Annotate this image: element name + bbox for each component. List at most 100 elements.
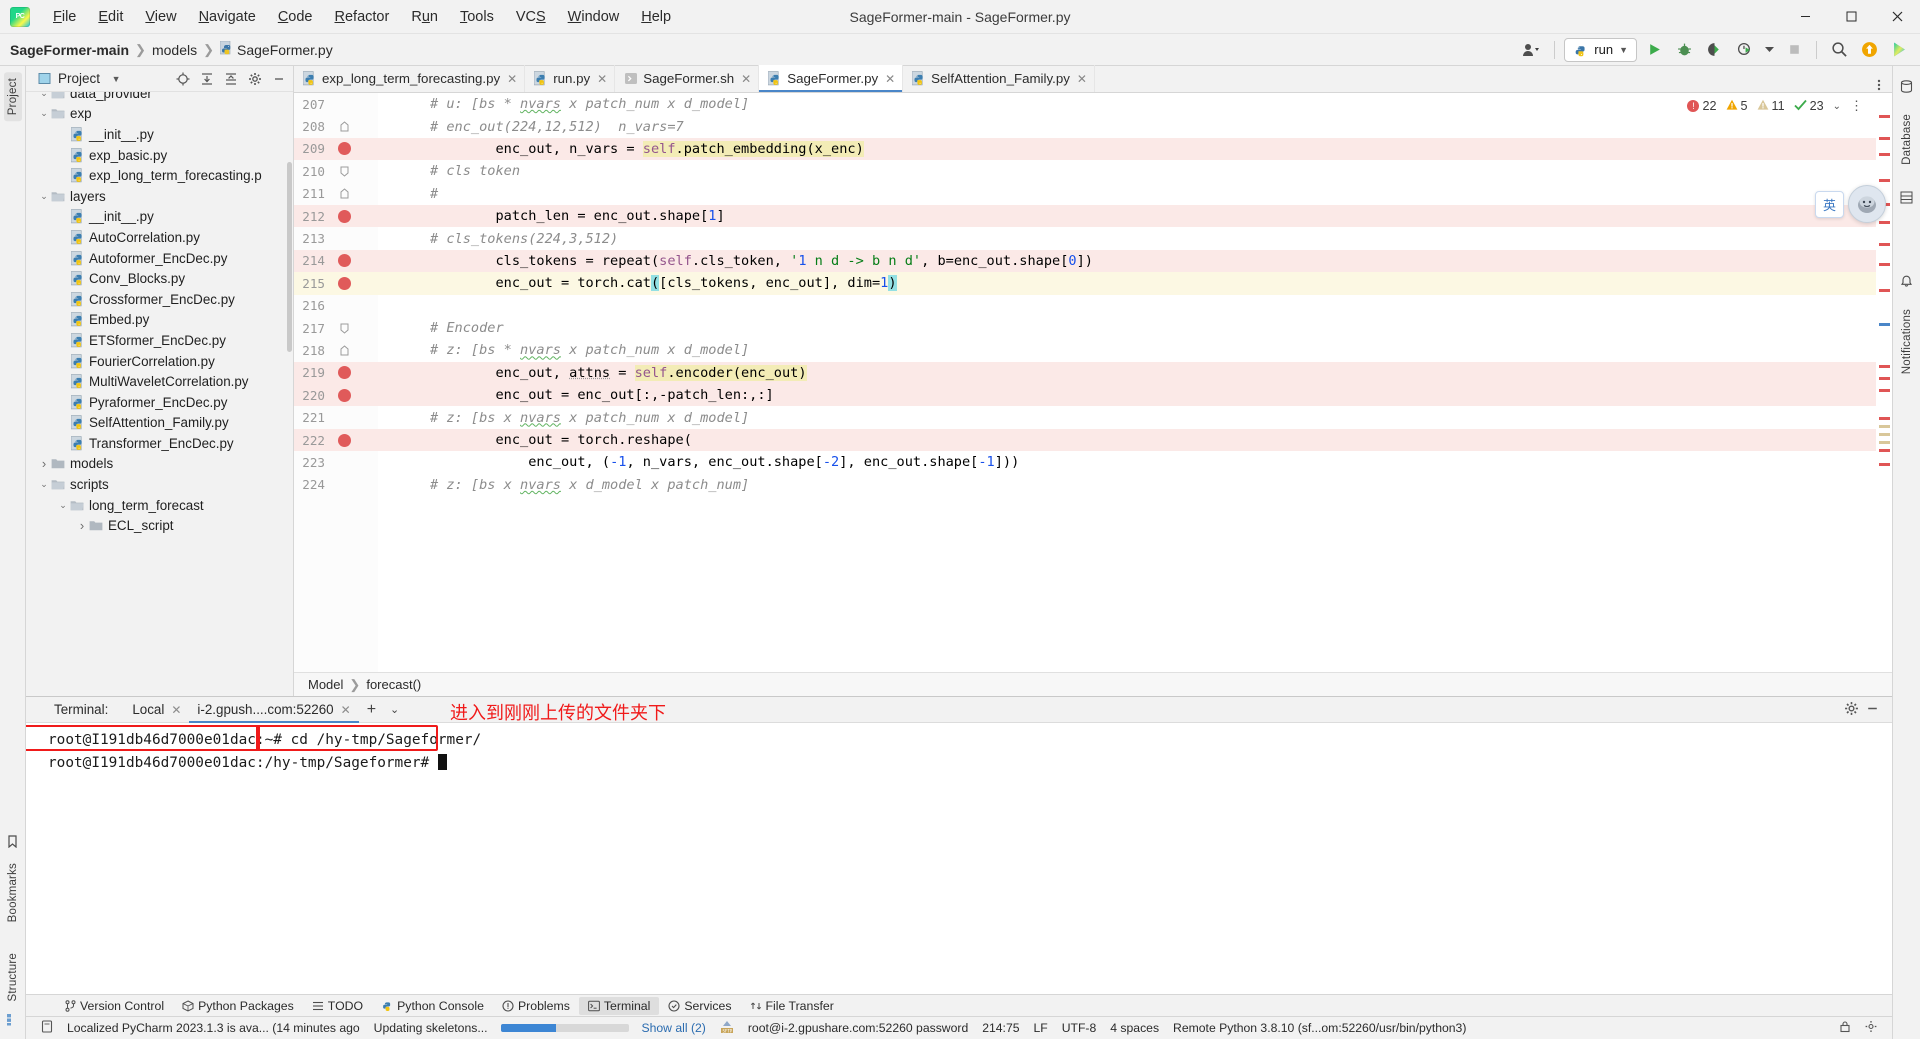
expand-all-icon[interactable] — [197, 69, 217, 89]
gutter-row[interactable]: 209 — [294, 137, 378, 161]
menu-view[interactable]: View — [134, 5, 187, 29]
gutter-row[interactable]: 221 — [294, 406, 378, 428]
tree-node-conv_blocks-py[interactable]: Conv_Blocks.py — [26, 268, 293, 289]
breadcrumb-class[interactable]: Model — [308, 677, 343, 692]
editor-tab-exp_long_term_forecasting-py[interactable]: exp_long_term_forecasting.py ✕ — [294, 65, 526, 92]
checked-count[interactable]: 23 — [1793, 99, 1824, 114]
close-icon[interactable]: ✕ — [507, 72, 517, 86]
search-icon[interactable] — [1826, 38, 1852, 62]
stop-icon[interactable] — [1781, 38, 1807, 62]
chevron-down-icon[interactable]: ⌄ — [38, 191, 50, 202]
terminal-tab-remote[interactable]: i-2.gpush....com:52260 ✕ — [189, 697, 358, 723]
code-content[interactable]: # u: [bs * nvars x patch_num x d_model] … — [378, 93, 1892, 672]
chevron-down-icon[interactable]: ⌄ — [1833, 101, 1841, 112]
user-icon[interactable] — [1519, 38, 1545, 62]
menu-code[interactable]: Code — [267, 5, 324, 29]
tree-node-transformer_encdec-py[interactable]: Transformer_EncDec.py — [26, 433, 293, 454]
menu-edit[interactable]: Edit — [87, 5, 134, 29]
tree-node-exp_long_term_forecasting-p[interactable]: exp_long_term_forecasting.p — [26, 165, 293, 186]
gutter-row[interactable]: 210 — [294, 160, 378, 182]
tool-window-button-python-packages[interactable]: Python Packages — [173, 997, 303, 1015]
close-icon[interactable]: ✕ — [341, 703, 351, 717]
line-separator[interactable]: LF — [1027, 1021, 1055, 1035]
code-line[interactable]: patch_len = enc_out.shape[1] — [378, 204, 1892, 228]
tree-node-selfattention_family-py[interactable]: SelfAttention_Family.py — [26, 413, 293, 434]
breadcrumb-file[interactable]: SageFormer.py — [237, 42, 333, 58]
caret-position[interactable]: 214:75 — [975, 1021, 1026, 1035]
code-line[interactable]: # z: [bs * nvars x patch_num x d_model] — [378, 339, 1892, 361]
gutter-row[interactable]: 219 — [294, 361, 378, 385]
gutter-row[interactable]: 214 — [294, 249, 378, 273]
gutter-row[interactable]: 216 — [294, 295, 378, 317]
editor-tab-selfattention_family-py[interactable]: SelfAttention_Family.py ✕ — [903, 65, 1095, 92]
tree-node-layers[interactable]: ⌄ layers — [26, 186, 293, 207]
grid-icon[interactable] — [1900, 191, 1913, 207]
chevron-down-icon[interactable]: ⌄ — [57, 500, 69, 511]
editor-tab-run-py[interactable]: run.py ✕ — [525, 65, 616, 92]
new-terminal-button[interactable]: + — [359, 701, 384, 719]
code-line[interactable]: enc_out = enc_out[:,-patch_len:,:] — [378, 384, 1892, 407]
code-line[interactable] — [378, 295, 1892, 317]
sftp-icon[interactable]: SFTP — [713, 1020, 741, 1037]
breadcrumb-models[interactable]: models — [152, 42, 197, 58]
minimize-icon[interactable] — [1865, 701, 1880, 719]
maximize-button[interactable] — [1828, 0, 1874, 34]
close-icon[interactable]: ✕ — [1077, 72, 1087, 86]
code-line[interactable]: # z: [bs x nvars x d_model x patch_num] — [378, 474, 1892, 496]
code-line[interactable]: # — [378, 183, 1892, 205]
editor-gutter[interactable]: 207 208 209 210 211 212 213 214 215 216 217 218 219 2… — [294, 93, 378, 672]
editor-tab-sageformer-sh[interactable]: SageFormer.sh ✕ — [615, 65, 760, 92]
code-line[interactable]: # cls token — [378, 160, 1892, 182]
code-line[interactable]: # cls_tokens(224,3,512) — [378, 227, 1892, 249]
chevron-down-icon[interactable]: ⌄ — [38, 108, 50, 119]
inspection-widget[interactable]: ! 22 5 11 23 ⌄ ⋮ — [1684, 97, 1866, 115]
sidebar-tab-bookmarks[interactable]: Bookmarks — [4, 857, 22, 928]
code-line[interactable]: # u: [bs * nvars x patch_num x d_model] — [378, 93, 1892, 115]
breakpoint-icon[interactable] — [338, 388, 351, 402]
gutter-row[interactable]: 222 — [294, 428, 378, 452]
project-tree[interactable]: ⌄ data_provider ⌄ exp __init__.py exp_basic.p… — [26, 92, 293, 696]
fold-up-icon[interactable] — [339, 188, 350, 199]
ai-assistant-widget[interactable]: 英 — [1814, 185, 1886, 223]
breakpoint-icon[interactable] — [338, 209, 351, 223]
close-icon[interactable]: ✕ — [171, 703, 181, 717]
tree-node-exp_basic-py[interactable]: exp_basic.py — [26, 145, 293, 166]
gutter-row[interactable]: 208 — [294, 115, 378, 137]
tree-node-autocorrelation-py[interactable]: AutoCorrelation.py — [26, 227, 293, 248]
menu-tools[interactable]: Tools — [449, 5, 505, 29]
gutter-row[interactable]: 224 — [294, 474, 378, 496]
weak-warning-count[interactable]: 11 — [1757, 99, 1785, 114]
scroll-from-source-icon[interactable] — [173, 69, 193, 89]
error-count[interactable]: ! 22 — [1687, 99, 1717, 113]
close-icon[interactable]: ✕ — [741, 72, 751, 86]
editor-tab-sageformer-py[interactable]: SageFormer.py ✕ — [759, 65, 904, 92]
tree-node-exp[interactable]: ⌄ exp — [26, 104, 293, 125]
menu-help[interactable]: Help — [630, 5, 682, 29]
tool-window-button-file-transfer[interactable]: File Transfer — [741, 997, 843, 1015]
code-line[interactable]: enc_out, n_vars = self.patch_embedding(x… — [378, 137, 1892, 161]
tool-window-button-terminal[interactable]: Terminal — [578, 996, 660, 1015]
tool-window-button-todo[interactable]: TODO — [303, 997, 372, 1015]
inspection-more-icon[interactable]: ⋮ — [1850, 98, 1863, 114]
language-badge[interactable]: 英 — [1814, 190, 1844, 218]
chevron-down-icon[interactable]: ▼ — [1619, 45, 1628, 55]
ai-assistant-icon[interactable] — [1886, 38, 1912, 62]
run-icon[interactable] — [1641, 38, 1667, 62]
code-line[interactable]: enc_out = torch.cat([cls_tokens, enc_out… — [378, 272, 1892, 295]
breakpoint-icon[interactable] — [338, 142, 351, 156]
chevron-right-icon[interactable]: › — [38, 456, 50, 471]
code-line[interactable]: # Encoder — [378, 317, 1892, 339]
tree-node-embed-py[interactable]: Embed.py — [26, 310, 293, 331]
show-all-link[interactable]: Show all (2) — [635, 1021, 713, 1035]
gutter-row[interactable]: 207 — [294, 93, 378, 115]
close-button[interactable] — [1874, 0, 1920, 34]
coverage-icon[interactable] — [1701, 38, 1727, 62]
tree-node-fouriercorrelation-py[interactable]: FourierCorrelation.py — [26, 351, 293, 372]
menu-window[interactable]: Window — [557, 5, 631, 29]
gutter-row[interactable]: 220 — [294, 384, 378, 407]
tool-window-button-version-control[interactable]: Version Control — [56, 997, 173, 1015]
sidebar-tab-database[interactable]: Database — [1898, 108, 1916, 171]
breakpoint-icon[interactable] — [338, 254, 351, 268]
gutter-row[interactable]: 215 — [294, 272, 378, 295]
gutter-row[interactable]: 211 — [294, 183, 378, 205]
